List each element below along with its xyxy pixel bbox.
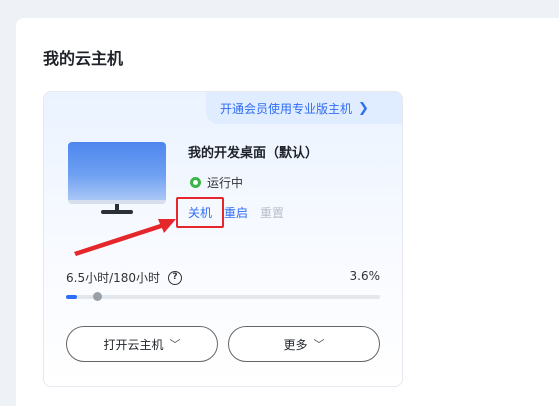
annotation-arrow-icon (74, 219, 176, 256)
chevron-down-icon: ﹀ (169, 338, 181, 351)
usage-progress-bar (66, 292, 380, 301)
more-label: 更多 (283, 337, 308, 352)
status-dot-icon (190, 177, 201, 188)
shutdown-highlight-box (176, 197, 224, 228)
status-label: 运行中 (207, 176, 244, 190)
usage-label: 6.5小时/180小时 (66, 271, 161, 285)
open-vm-label: 打开云主机 (103, 337, 164, 352)
usage-info: 6.5小时/180小时 ? (66, 269, 183, 286)
vm-name: 我的开发桌面（默认） (188, 146, 319, 161)
upgrade-promo-link[interactable]: 开通会员使用专业版主机 ❯ (206, 92, 402, 124)
usage-percent: 3.6% (349, 269, 381, 283)
monitor-icon (68, 142, 166, 218)
monitor-screen (68, 142, 166, 204)
usage-progress-knob (93, 292, 102, 301)
reset-button: 重置 (260, 206, 285, 220)
chevron-down-icon: ﹀ (313, 338, 325, 351)
chevron-right-icon: ❯ (358, 100, 369, 116)
restart-button[interactable]: 重启 (224, 204, 248, 221)
vm-status: 运行中 (190, 174, 243, 191)
help-icon[interactable]: ? (168, 270, 183, 285)
promo-label: 开通会员使用专业版主机 (220, 101, 353, 116)
more-button[interactable]: 更多 ﹀ (228, 326, 380, 362)
open-vm-button[interactable]: 打开云主机 ﹀ (66, 326, 218, 362)
section-title: 我的云主机 (43, 49, 124, 68)
usage-progress-fill (66, 295, 77, 299)
